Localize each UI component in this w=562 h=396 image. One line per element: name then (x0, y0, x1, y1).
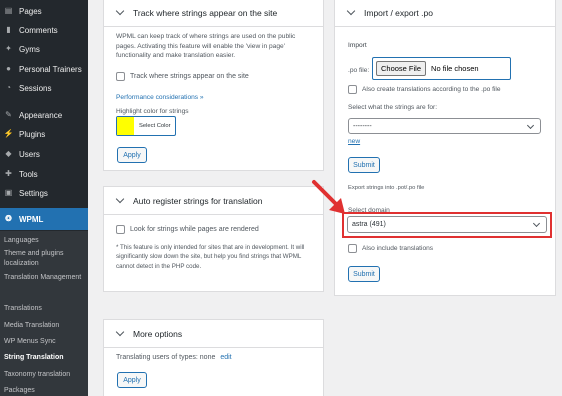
color-swatch (117, 117, 134, 135)
include-translations-checkbox[interactable] (348, 244, 357, 253)
sidebar-item-plugins[interactable]: ⚡ Plugins (0, 124, 88, 144)
sidebar-item-label: Personal Trainers (19, 64, 82, 74)
select-color-label: Select Color (139, 123, 171, 129)
sidebar-item-appearance[interactable]: ✎ Appearance (0, 105, 88, 125)
create-translations-checkbox[interactable] (348, 85, 357, 94)
settings-icon: ▣ (4, 188, 13, 197)
sidebar-item-sessions[interactable]: ◔ Sessions (0, 78, 88, 98)
wpml-icon: ❂ (5, 214, 12, 223)
chevron-down-icon[interactable] (115, 194, 125, 204)
wpml-submenu: Languages Theme and plugins localization… (0, 231, 88, 396)
submit-button[interactable]: Submit (348, 157, 380, 173)
po-file-input[interactable]: Choose File No file chosen (372, 57, 511, 80)
submenu-item-languages[interactable]: Languages (4, 236, 88, 246)
translating-users-label: Translating users of types: none (116, 354, 216, 361)
track-strings-panel: Track where strings appear on the site W… (103, 0, 324, 171)
strings-for-label: Select what the strings are for: (348, 104, 438, 111)
no-file-chosen-text: No file chosen (431, 64, 479, 73)
admin-sidebar: ▤ Pages ▮ Comments ✦ Gyms ● Personal Tra… (0, 0, 88, 396)
sidebar-item-label: Comments (19, 25, 58, 35)
choose-file-button[interactable]: Choose File (376, 61, 427, 76)
sidebar-item-label: Pages (19, 6, 42, 16)
pin-icon: ✦ (5, 44, 12, 53)
pages-icon: ▤ (4, 6, 13, 15)
performance-considerations-link[interactable]: Performance considerations » (116, 93, 204, 103)
export-heading: Export strings into .pot/.po file (348, 185, 425, 191)
import-export-panel: Import / export .po Import .po file: Cho… (334, 0, 556, 296)
panel-title: Track where strings appear on the site (133, 7, 278, 18)
domain-select[interactable]: astra (491) (347, 216, 547, 233)
submenu-item-wp-menus-sync[interactable]: WP Menus Sync (4, 337, 88, 347)
sidebar-item-comments[interactable]: ▮ Comments (0, 20, 88, 40)
person-icon: ● (6, 64, 11, 73)
strings-for-value: -------- (353, 122, 372, 130)
domain-value: astra (491) (352, 221, 386, 228)
edit-link[interactable]: edit (220, 354, 231, 361)
submenu-item-string-translation[interactable]: String Translation (4, 353, 88, 363)
look-for-strings-label: Look for strings while pages are rendere… (130, 226, 259, 233)
panel-title: Auto register strings for translation (133, 195, 263, 206)
auto-register-panel: Auto register strings for translation Lo… (103, 186, 324, 292)
po-file-label: .po file: (348, 67, 370, 74)
chevron-down-icon (532, 219, 541, 228)
wrench-icon: ✚ (5, 169, 12, 178)
plug-icon: ⚡ (3, 129, 14, 138)
new-link[interactable]: new (348, 137, 360, 147)
sidebar-item-label: WPML (19, 214, 44, 224)
sidebar-item-wpml[interactable]: ❂ WPML (0, 208, 88, 230)
comments-icon: ▮ (6, 25, 11, 34)
sidebar-item-settings[interactable]: ▣ Settings (0, 183, 88, 203)
apply-button[interactable]: Apply (117, 147, 147, 163)
brush-icon: ✎ (5, 110, 12, 119)
annotation-arrow-icon (312, 180, 345, 214)
sidebar-item-label: Appearance (19, 110, 63, 120)
sidebar-item-label: Gyms (19, 44, 40, 54)
translating-users-text: Translating users of types: none edit (116, 353, 232, 363)
user-icon: ◆ (5, 149, 12, 158)
apply-button[interactable]: Apply (117, 372, 147, 388)
track-strings-checkbox[interactable] (116, 72, 125, 81)
submenu-item-translations[interactable]: Translations (4, 304, 88, 314)
chevron-down-icon[interactable] (115, 327, 125, 337)
submenu-item-theme-localization[interactable]: Theme and plugins localization (4, 249, 88, 269)
submit-button[interactable]: Submit (348, 266, 380, 282)
chevron-down-icon (526, 121, 535, 130)
auto-register-note: * This feature is only intended for site… (116, 244, 305, 270)
sidebar-item-label: Users (19, 149, 40, 159)
sidebar-item-users[interactable]: ◆ Users (0, 144, 88, 164)
track-strings-checkbox-label: Track where strings appear on the site (130, 73, 249, 80)
submenu-item-packages[interactable]: Packages (4, 386, 88, 396)
auto-register-header[interactable]: Auto register strings for translation (104, 187, 323, 215)
submenu-item-taxonomy-translation[interactable]: Taxonomy translation (4, 370, 88, 380)
look-for-strings-checkbox[interactable] (116, 225, 125, 234)
sidebar-item-label: Sessions (19, 83, 52, 93)
include-translations-label: Also include translations (362, 245, 434, 252)
sidebar-item-label: Plugins (19, 129, 46, 139)
sidebar-item-label: Tools (19, 169, 38, 179)
chevron-down-icon[interactable] (115, 6, 125, 16)
chevron-down-icon[interactable] (346, 6, 356, 16)
clock-icon: ◔ (6, 83, 11, 92)
import-export-header[interactable]: Import / export .po (335, 0, 555, 27)
create-translations-label: Also create translations according to th… (362, 86, 501, 93)
strings-for-select[interactable]: -------- (348, 118, 541, 134)
sidebar-item-tools[interactable]: ✚ Tools (0, 164, 88, 184)
sidebar-item-label: Settings (19, 188, 48, 198)
import-heading: Import (348, 42, 367, 49)
submenu-item-media-translation[interactable]: Media Translation (4, 321, 88, 331)
more-options-panel: More options Translating users of types:… (103, 319, 324, 396)
sidebar-item-gyms[interactable]: ✦ Gyms (0, 39, 88, 59)
submenu-item-translation-management[interactable]: Translation Management (4, 273, 88, 283)
panel-title: More options (133, 328, 183, 339)
color-picker-button[interactable]: Select Color (116, 116, 176, 136)
sidebar-item-pages[interactable]: ▤ Pages (0, 1, 88, 21)
more-options-header[interactable]: More options (104, 320, 323, 348)
panel-title: Import / export .po (364, 7, 433, 18)
track-description: WPML can keep track of where strings are… (116, 33, 296, 59)
sidebar-item-personal-trainers[interactable]: ● Personal Trainers (0, 59, 88, 79)
track-strings-header[interactable]: Track where strings appear on the site (104, 0, 323, 27)
